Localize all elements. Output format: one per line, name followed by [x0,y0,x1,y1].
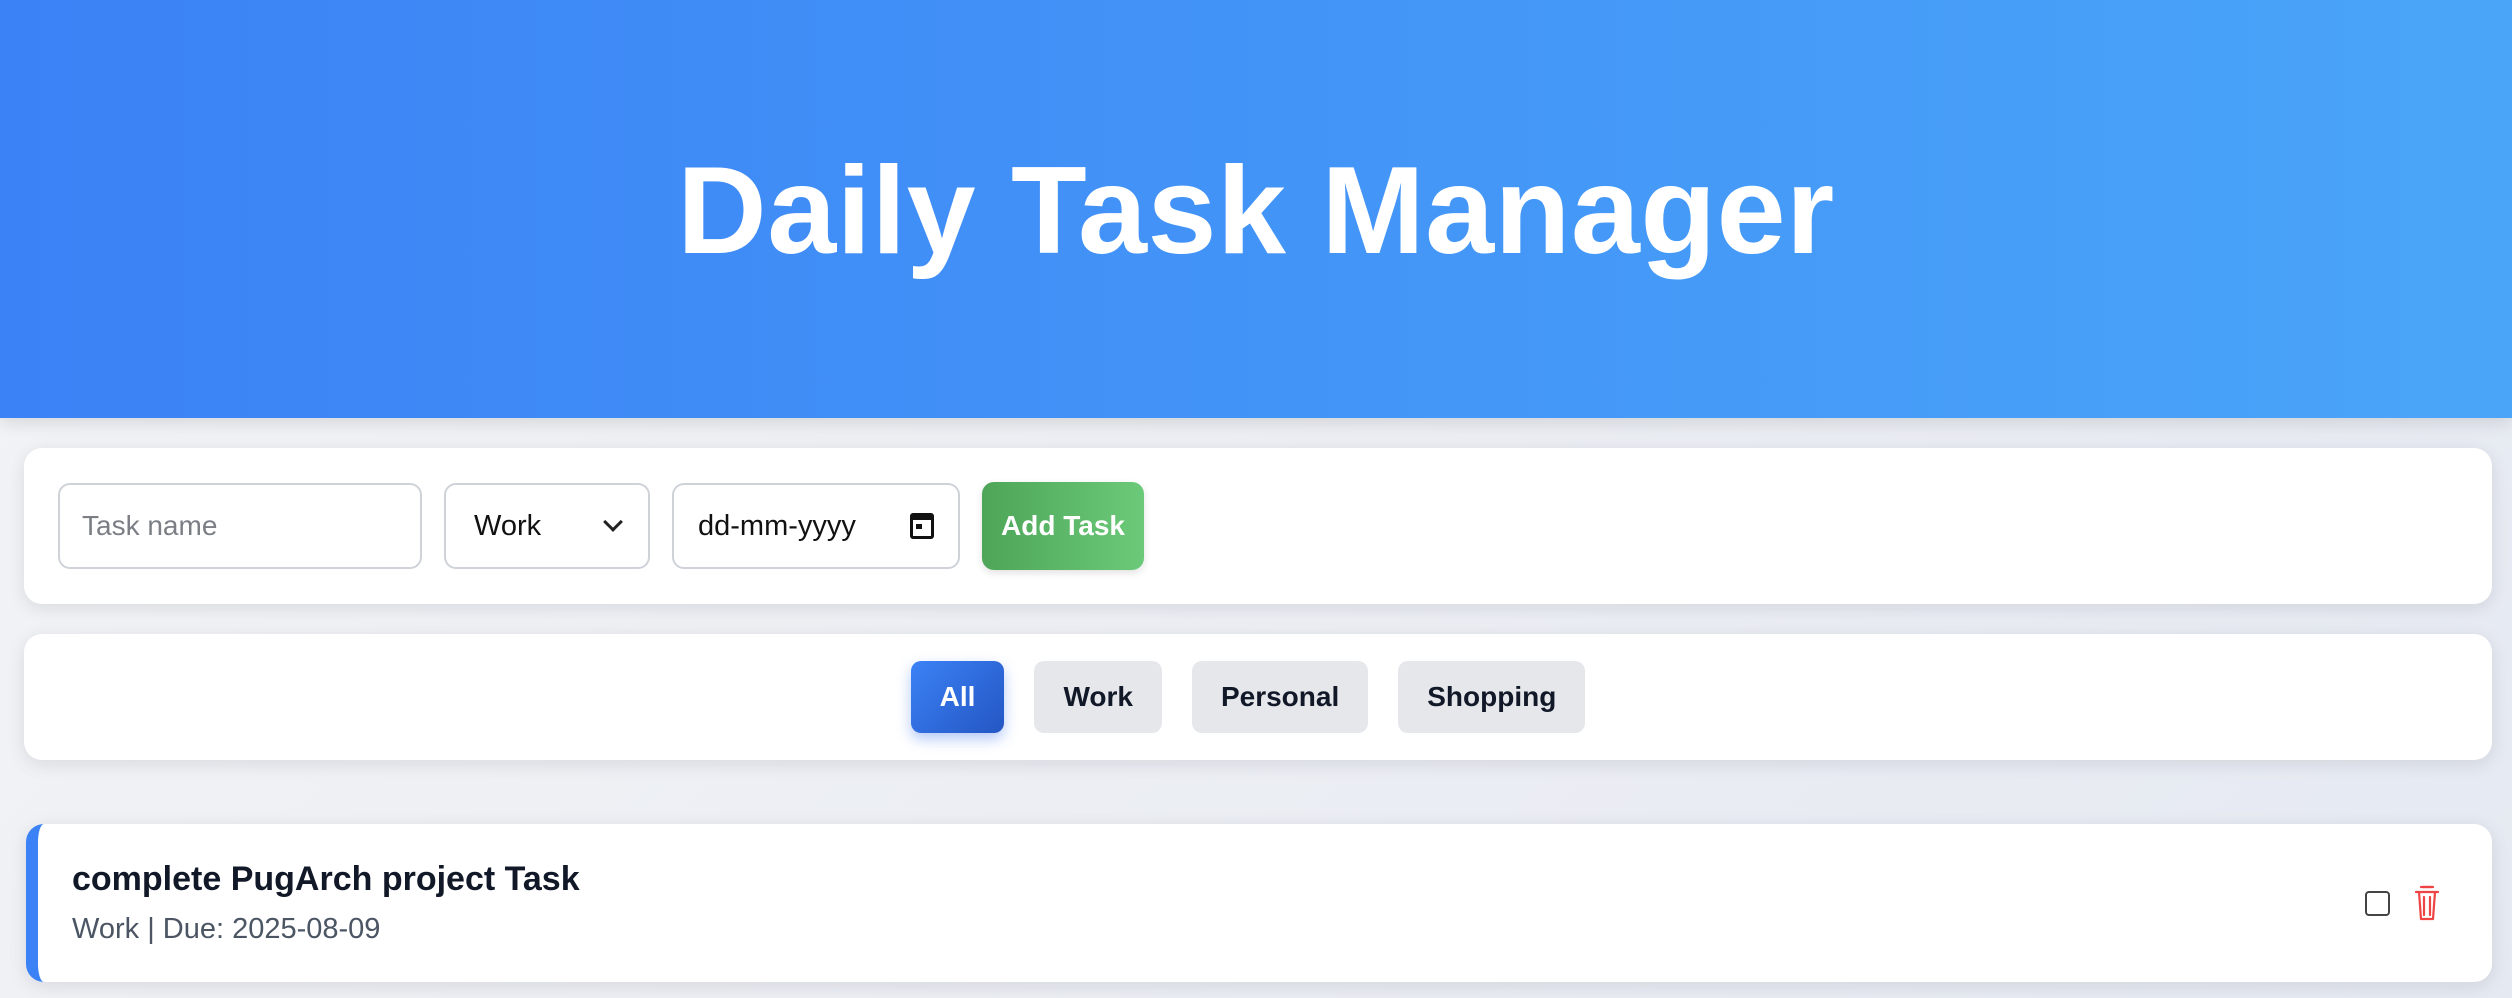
task-item: complete PugArch project Task Work | Due… [26,824,2492,982]
calendar-icon[interactable] [910,513,934,539]
task-title: complete PugArch project Task [72,860,580,898]
chevron-down-icon [603,512,623,532]
add-task-button[interactable]: Add Task [982,482,1144,570]
page-title: Daily Task Manager [677,142,1835,280]
add-task-form: Work dd-mm-yyyy Add Task [24,448,2492,604]
task-meta: Work | Due: 2025-08-09 [72,913,381,945]
task-text: complete PugArch project Task Work | Due… [72,860,580,946]
filter-work-button[interactable]: Work [1034,661,1162,733]
filter-all-button[interactable]: All [910,661,1005,733]
app-header: Daily Task Manager [0,0,2512,418]
task-actions [2365,884,2442,922]
date-placeholder: dd-mm-yyyy [698,509,856,542]
category-selected-value: Work [474,509,542,542]
complete-checkbox[interactable] [2365,890,2390,916]
category-select[interactable]: Work [444,483,650,569]
filter-personal-button[interactable]: Personal [1191,661,1369,733]
task-name-input[interactable] [58,483,422,569]
due-date-input[interactable]: dd-mm-yyyy [672,483,960,569]
trash-icon[interactable] [2412,884,2442,922]
filter-shopping-button[interactable]: Shopping [1398,661,1586,733]
category-filter-bar: All Work Personal Shopping [24,634,2492,760]
